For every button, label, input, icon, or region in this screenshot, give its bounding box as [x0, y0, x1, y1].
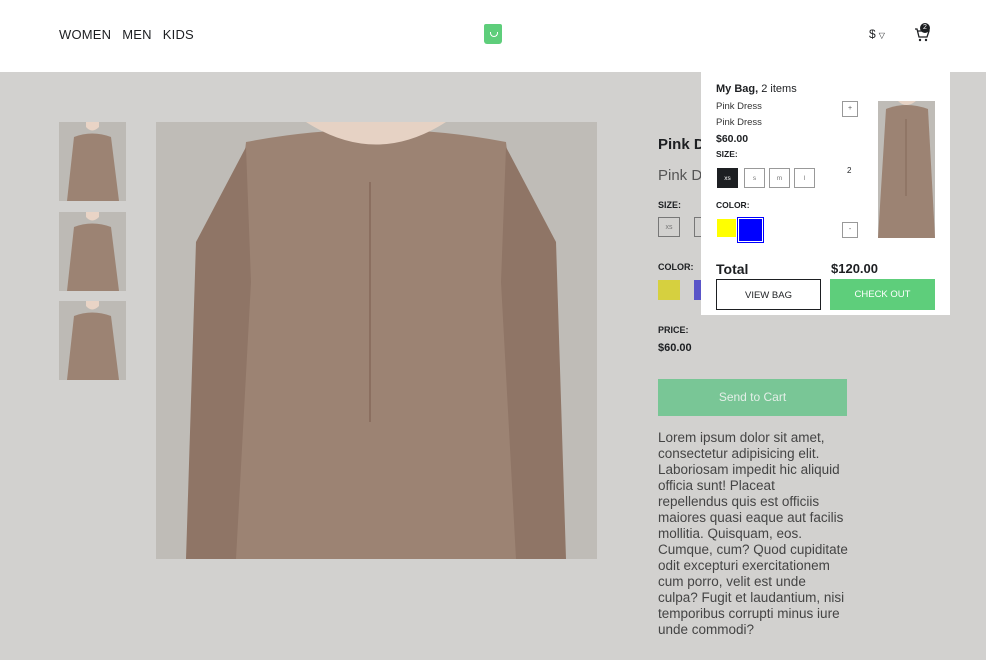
price-label: PRICE:: [658, 325, 689, 335]
bag-item-name: Pink Dress: [716, 117, 762, 128]
product-main-image: [156, 122, 597, 559]
mini-cart: My Bag, 2 items Pink Dress Pink Dress $6…: [701, 66, 950, 315]
chevron-down-icon: ▽: [878, 30, 885, 40]
qty-increase-button[interactable]: +: [842, 101, 858, 117]
bag-size-option[interactable]: l: [794, 168, 815, 188]
bag-item-price: $60.00: [716, 133, 749, 145]
product-thumbnail[interactable]: [59, 122, 126, 201]
product-brand: Pink D: [658, 136, 705, 153]
bag-item-brand: Pink Dress: [716, 101, 762, 112]
nav-kids[interactable]: KIDS: [163, 27, 194, 42]
color-swatch[interactable]: [658, 280, 680, 300]
bag-title: My Bag, 2 items: [716, 83, 797, 95]
bag-color-label: COLOR:: [716, 200, 750, 210]
bag-size-option[interactable]: m: [769, 168, 790, 188]
product-description: Lorem ipsum dolor sit amet, consectetur …: [658, 430, 848, 637]
currency-symbol: $: [869, 27, 876, 41]
header: WOMEN MEN KIDS $ ▽ 2: [0, 0, 986, 72]
bag-size-option[interactable]: s: [744, 168, 765, 188]
size-option[interactable]: xs: [658, 217, 680, 237]
view-bag-button[interactable]: VIEW BAG: [716, 279, 821, 310]
bag-color-swatch-selected[interactable]: [737, 217, 764, 243]
bag-size-option[interactable]: xs: [717, 168, 738, 188]
checkout-button[interactable]: CHECK OUT: [830, 279, 935, 310]
product-price: $60.00: [658, 342, 692, 354]
send-to-cart-button[interactable]: Send to Cart: [658, 379, 847, 416]
bag-total-value: $120.00: [831, 261, 878, 276]
product-name: Pink D: [658, 167, 703, 184]
nav-men[interactable]: MEN: [122, 27, 152, 42]
product-thumbnail[interactable]: [59, 301, 126, 380]
bag-total-label: Total: [716, 261, 749, 277]
currency-switcher[interactable]: $ ▽: [869, 27, 885, 41]
category-nav: WOMEN MEN KIDS: [59, 27, 205, 42]
color-label: COLOR:: [658, 262, 694, 272]
bag-item-count: 2 items: [758, 83, 797, 95]
bag-item-image: [878, 101, 935, 238]
logo-icon[interactable]: [484, 24, 502, 44]
qty-value: 2: [847, 166, 852, 175]
cart-count-badge: 2: [920, 23, 930, 33]
size-label: SIZE:: [658, 200, 682, 210]
nav-women[interactable]: WOMEN: [59, 27, 111, 42]
product-thumbnail[interactable]: [59, 212, 126, 291]
bag-color-swatch[interactable]: [717, 219, 736, 237]
bag-size-label: SIZE:: [716, 149, 738, 159]
bag-title-label: My Bag,: [716, 83, 759, 95]
qty-decrease-button[interactable]: -: [842, 222, 858, 238]
